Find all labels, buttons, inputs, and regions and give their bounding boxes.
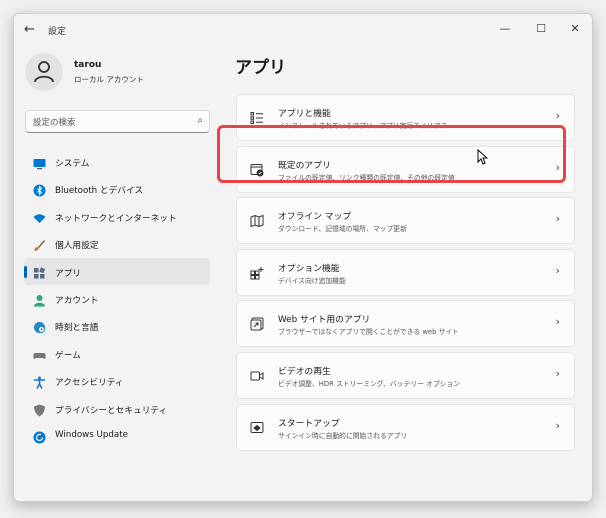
apps-icon (33, 265, 46, 279)
monitor-icon (33, 155, 46, 170)
card-title: オフライン マップ (278, 212, 352, 223)
sidebar-item[interactable]: ゲーム (24, 340, 210, 367)
sidebar-item-label: アカウント (55, 295, 99, 306)
maximize-button[interactable]: ☐ (528, 20, 554, 38)
list-icon (250, 110, 264, 124)
settings-window: ← 設定 — ☐ ✕ tarou ローカル アカウント 設定の検索 ⌕ システム… (13, 13, 593, 502)
sidebar-item[interactable]: Windows Update (24, 422, 210, 449)
card-description: ダウンロード、記憶域の場所、マップ更新 (278, 225, 407, 234)
page-title: アプリ (235, 58, 286, 78)
chevron-right-icon: › (555, 366, 560, 380)
bluetooth-icon (33, 182, 46, 197)
sidebar-item[interactable]: システム (24, 148, 210, 175)
sidebar-item-label: システム (55, 159, 90, 169)
settings-card[interactable]: オプション機能 デバイス向け追加機能 › (236, 248, 575, 296)
settings-card[interactable]: ビデオの再生ビデオ調整、HDR ストリーミング、バッテリー オプション › (236, 351, 575, 399)
person-icon (33, 292, 46, 307)
settings-card[interactable]: Web サイト用のアプリブラウザーではなくアプリで開くことができる web サイ… (236, 300, 575, 348)
accessibility-icon (33, 374, 46, 390)
card-title: ビデオの再生 (278, 366, 331, 377)
sidebar-item-label: Windows Update (55, 429, 129, 440)
search-placeholder: 設定の検索 (33, 118, 76, 128)
search-input[interactable]: 設定の検索 ⌕ (25, 110, 210, 133)
startup-icon (250, 420, 264, 434)
gamepad-icon (33, 347, 46, 360)
card-title: アプリと機能 (278, 109, 331, 119)
brush-icon (33, 237, 46, 252)
search-icon: ⌕ (197, 115, 203, 126)
sidebar-item[interactable]: アプリ (24, 257, 210, 285)
wifi-icon (33, 210, 46, 223)
person-avatar-icon (34, 61, 54, 83)
chevron-right-icon: › (555, 315, 560, 329)
sidebar-item[interactable]: ネットワークとインターネット (24, 203, 210, 230)
window-title: 設定 (48, 27, 67, 37)
card-title: Web サイト用のアプリ (278, 315, 371, 326)
settings-card[interactable]: スタートアップサインイン時に自動的に開始されるアプリ › (236, 403, 575, 451)
web-app-icon (250, 316, 264, 331)
avatar (25, 53, 63, 91)
sidebar-item-label: ネットワークとインターネット (55, 213, 177, 224)
sidebar-item[interactable]: 時刻と言語 (24, 312, 210, 339)
card-description: サインイン時に自動的に開始されるアプリ (278, 431, 408, 440)
chevron-right-icon: › (555, 263, 560, 277)
sidebar-nav: システム Bluetooth とデバイスネットワークとインターネット 個人用設定アプ… (24, 148, 210, 449)
sidebar-item-label: アプリ (55, 268, 82, 279)
sidebar-item-label: ゲーム (55, 350, 81, 361)
settings-card[interactable]: オフライン マップダウンロード、記憶域の場所、マップ更新 › (236, 197, 575, 245)
chevron-right-icon: › (555, 109, 560, 122)
card-description: ブラウザーではなくアプリで開くことができる web サイト (278, 328, 459, 337)
map-icon (250, 213, 264, 228)
update-icon (33, 429, 46, 444)
card-description: デバイス向け追加機能 (278, 276, 346, 285)
user-name: tarou (74, 60, 102, 70)
card-description: ビデオ調整、HDR ストリーミング、バッテリー オプション (278, 379, 461, 388)
sidebar-item[interactable]: アカウント (24, 285, 210, 312)
minimize-button[interactable]: — (492, 20, 518, 38)
chevron-right-icon: › (555, 418, 560, 432)
account-type: ローカル アカウント (74, 75, 144, 84)
sidebar-item[interactable]: プライバシーとセキュリティ (24, 395, 210, 422)
video-icon (250, 368, 264, 382)
card-title: スタートアップ (278, 418, 340, 429)
sidebar-item-label: 時刻と言語 (55, 323, 99, 334)
back-arrow-icon[interactable]: ← (24, 23, 38, 37)
grid-plus-icon (250, 265, 264, 280)
mouse-cursor-icon (477, 149, 488, 165)
sidebar-item-label: 個人用設定 (55, 241, 99, 252)
card-title: オプション機能 (278, 263, 340, 274)
sidebar-item[interactable]: 個人用設定 (24, 230, 210, 257)
shield-icon (33, 402, 46, 417)
title-bar: ← 設定 — ☐ ✕ (14, 14, 592, 46)
globe-clock-icon (33, 319, 46, 334)
close-button[interactable]: ✕ (562, 20, 588, 38)
sidebar-item[interactable]: Bluetooth とデバイス (24, 175, 210, 202)
chevron-right-icon: › (555, 212, 560, 226)
sidebar-item[interactable]: アクセシビリティ (24, 367, 210, 394)
selection-indicator (24, 265, 27, 278)
sidebar-item-label: Bluetooth とデバイス (55, 186, 144, 197)
highlight-box (217, 125, 566, 183)
sidebar-item-label: プライバシーとセキュリティ (55, 405, 168, 416)
sidebar-item-label: アクセシビリティ (55, 378, 124, 389)
